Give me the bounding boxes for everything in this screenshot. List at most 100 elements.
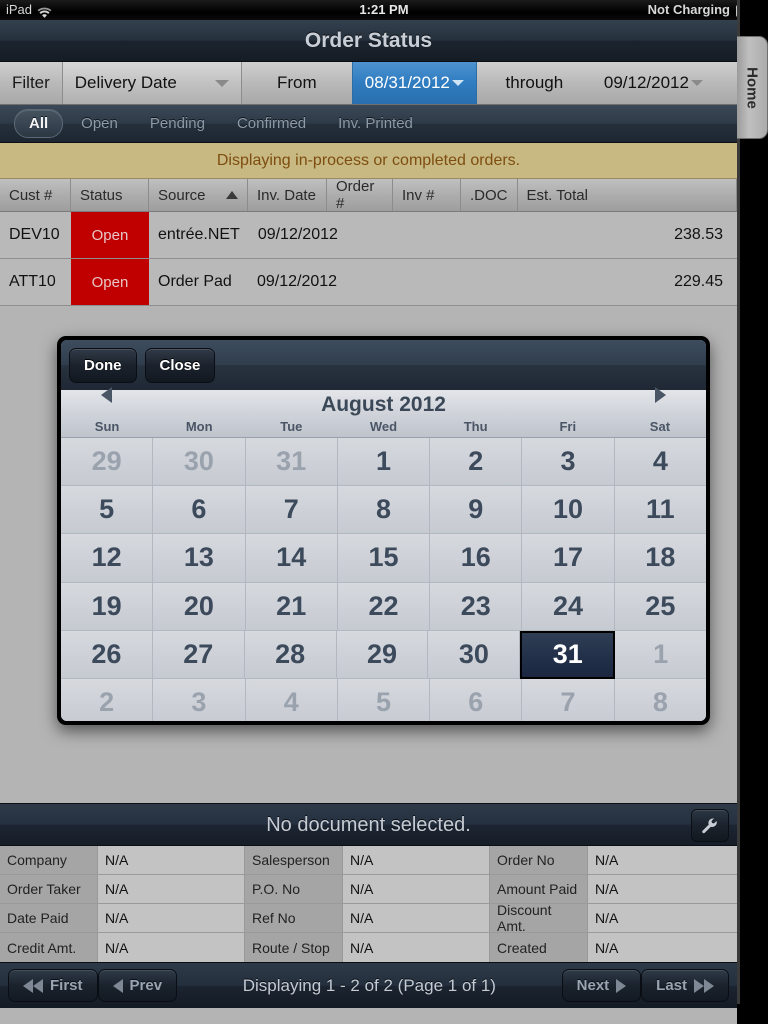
from-date-field[interactable]: 08/31/2012 [351, 62, 477, 104]
prev-page-button[interactable]: Prev [97, 969, 178, 1002]
through-date-field[interactable]: 09/12/2012 [592, 62, 715, 104]
calendar-day[interactable]: 12 [61, 534, 154, 583]
calendar-day[interactable]: 25 [614, 582, 706, 631]
calendar-day[interactable]: 23 [430, 582, 523, 631]
next-page-label: Next [576, 977, 610, 994]
calendar-day[interactable]: 1 [615, 630, 706, 679]
date-picker-toolbar: Done Close [61, 340, 706, 390]
column-header-cust[interactable]: Cust # [0, 179, 71, 211]
first-page-button[interactable]: First [8, 969, 98, 1002]
calendar-day[interactable]: 28 [244, 630, 337, 679]
filter-type-select[interactable]: Delivery Date [61, 62, 242, 104]
table-row[interactable]: ATT10 Open Order Pad 09/12/2012 229.45 [0, 259, 737, 306]
column-header-source[interactable]: Source [149, 179, 248, 211]
app-container: Order Status Filter Delivery Date From 0… [0, 20, 737, 1024]
calendar-day[interactable]: 3 [522, 438, 615, 487]
detail-key: Created [490, 933, 588, 962]
detail-value: N/A [343, 933, 490, 962]
close-button[interactable]: Close [144, 347, 216, 383]
calendar-day[interactable]: 11 [614, 486, 706, 535]
calendar-day[interactable]: 20 [153, 582, 246, 631]
weekday-sat: Sat [649, 419, 671, 434]
cell-inv-date: 09/12/2012 [257, 273, 338, 290]
calendar-day[interactable]: 10 [522, 486, 615, 535]
detail-key: P.O. No [245, 875, 343, 903]
calendar-day[interactable]: 2 [430, 438, 523, 487]
wrench-icon [702, 817, 717, 833]
calendar-day[interactable]: 7 [522, 678, 615, 721]
cell-cust: ATT10 [9, 273, 56, 290]
done-button[interactable]: Done [69, 347, 137, 383]
calendar-day[interactable]: 2 [61, 678, 154, 721]
detail-key: Route / Stop [245, 933, 343, 962]
calendar-day[interactable]: 26 [61, 630, 153, 679]
calendar-week-row: 19 20 21 22 23 24 25 [61, 582, 706, 631]
calendar-day[interactable]: 4 [614, 438, 706, 487]
right-black-strip [737, 0, 768, 1004]
tab-pending[interactable]: Pending [136, 110, 219, 137]
calendar-day[interactable]: 30 [153, 438, 246, 487]
calendar-day[interactable]: 16 [430, 534, 523, 583]
chevron-down-icon [690, 80, 703, 86]
calendar-day[interactable]: 4 [245, 678, 338, 721]
last-page-label: Last [656, 977, 687, 994]
calendar-day[interactable]: 17 [522, 534, 615, 583]
filter-bar: Filter Delivery Date From 08/31/2012 thr… [0, 62, 737, 105]
column-header-inv-no[interactable]: Inv # [393, 179, 461, 211]
cell-source: entrée.NET [158, 226, 240, 243]
tab-inv-printed[interactable]: Inv. Printed [324, 110, 427, 137]
cell-source: Order Pad [158, 273, 232, 290]
calendar-day[interactable]: 13 [153, 534, 246, 583]
weekday-sun: Sun [94, 419, 120, 434]
detail-key: Order No [490, 846, 588, 874]
column-header-status[interactable]: Status [71, 179, 149, 211]
calendar-day[interactable]: 18 [614, 534, 706, 583]
tab-open[interactable]: Open [67, 110, 132, 137]
next-page-button[interactable]: Next [561, 969, 642, 1002]
settings-button[interactable] [691, 809, 729, 842]
calendar-day[interactable]: 7 [245, 486, 338, 535]
calendar-day[interactable]: 29 [336, 630, 429, 679]
calendar-day[interactable]: 14 [245, 534, 338, 583]
calendar-day[interactable]: 1 [337, 438, 431, 487]
calendar-day[interactable]: 9 [430, 486, 523, 535]
column-header-order-no[interactable]: Order # [327, 178, 393, 212]
calendar-day[interactable]: 30 [428, 630, 521, 679]
calendar-day[interactable]: 31 [245, 438, 338, 487]
table-row[interactable]: DEV10 Open entrée.NET 09/12/2012 238.53 [0, 212, 737, 259]
calendar-day[interactable]: 19 [61, 582, 154, 631]
calendar-header: August 2012 Sun Mon Tue Wed Thu Fri Sat [61, 387, 706, 438]
column-header-est-total[interactable]: Est. Total [518, 179, 737, 211]
detail-value: N/A [98, 875, 245, 903]
pagination-bar: First Prev Displaying 1 - 2 of 2 (Page 1… [0, 962, 737, 1008]
detail-value: N/A [588, 933, 737, 962]
calendar-day[interactable]: 6 [153, 486, 246, 535]
calendar-day[interactable]: 15 [337, 534, 431, 583]
calendar-day[interactable]: 29 [61, 438, 154, 487]
last-page-button[interactable]: Last [641, 969, 729, 1002]
calendar-day[interactable]: 21 [245, 582, 338, 631]
detail-value: N/A [98, 904, 245, 932]
calendar-day[interactable]: 5 [337, 678, 431, 721]
double-chevron-right-icon [694, 978, 714, 993]
calendar-day[interactable]: 6 [430, 678, 523, 721]
calendar-day[interactable]: 22 [337, 582, 431, 631]
calendar-day[interactable]: 3 [153, 678, 246, 721]
calendar-day[interactable]: 8 [614, 678, 706, 721]
tab-all[interactable]: All [14, 109, 64, 138]
calendar-day[interactable]: 24 [522, 582, 615, 631]
date-picker-body: Done Close August 2012 Sun Mon Tue Wed T… [61, 340, 706, 721]
weekday-thu: Thu [463, 419, 488, 434]
ios-status-bar: iPad 1:21 PM Not Charging [0, 0, 768, 20]
column-header-inv-date[interactable]: Inv. Date [248, 179, 327, 211]
home-tab-button[interactable]: Home [737, 36, 768, 139]
calendar-day-selected[interactable]: 31 [520, 630, 616, 679]
tab-confirmed[interactable]: Confirmed [223, 110, 320, 137]
first-page-label: First [50, 977, 83, 994]
notice-banner: Displaying in-process or completed order… [0, 143, 737, 179]
calendar-day[interactable]: 8 [337, 486, 431, 535]
calendar-day[interactable]: 5 [61, 486, 154, 535]
page-title: Order Status [0, 20, 737, 62]
calendar-day[interactable]: 27 [152, 630, 245, 679]
column-header-doc[interactable]: .DOC [461, 179, 518, 211]
